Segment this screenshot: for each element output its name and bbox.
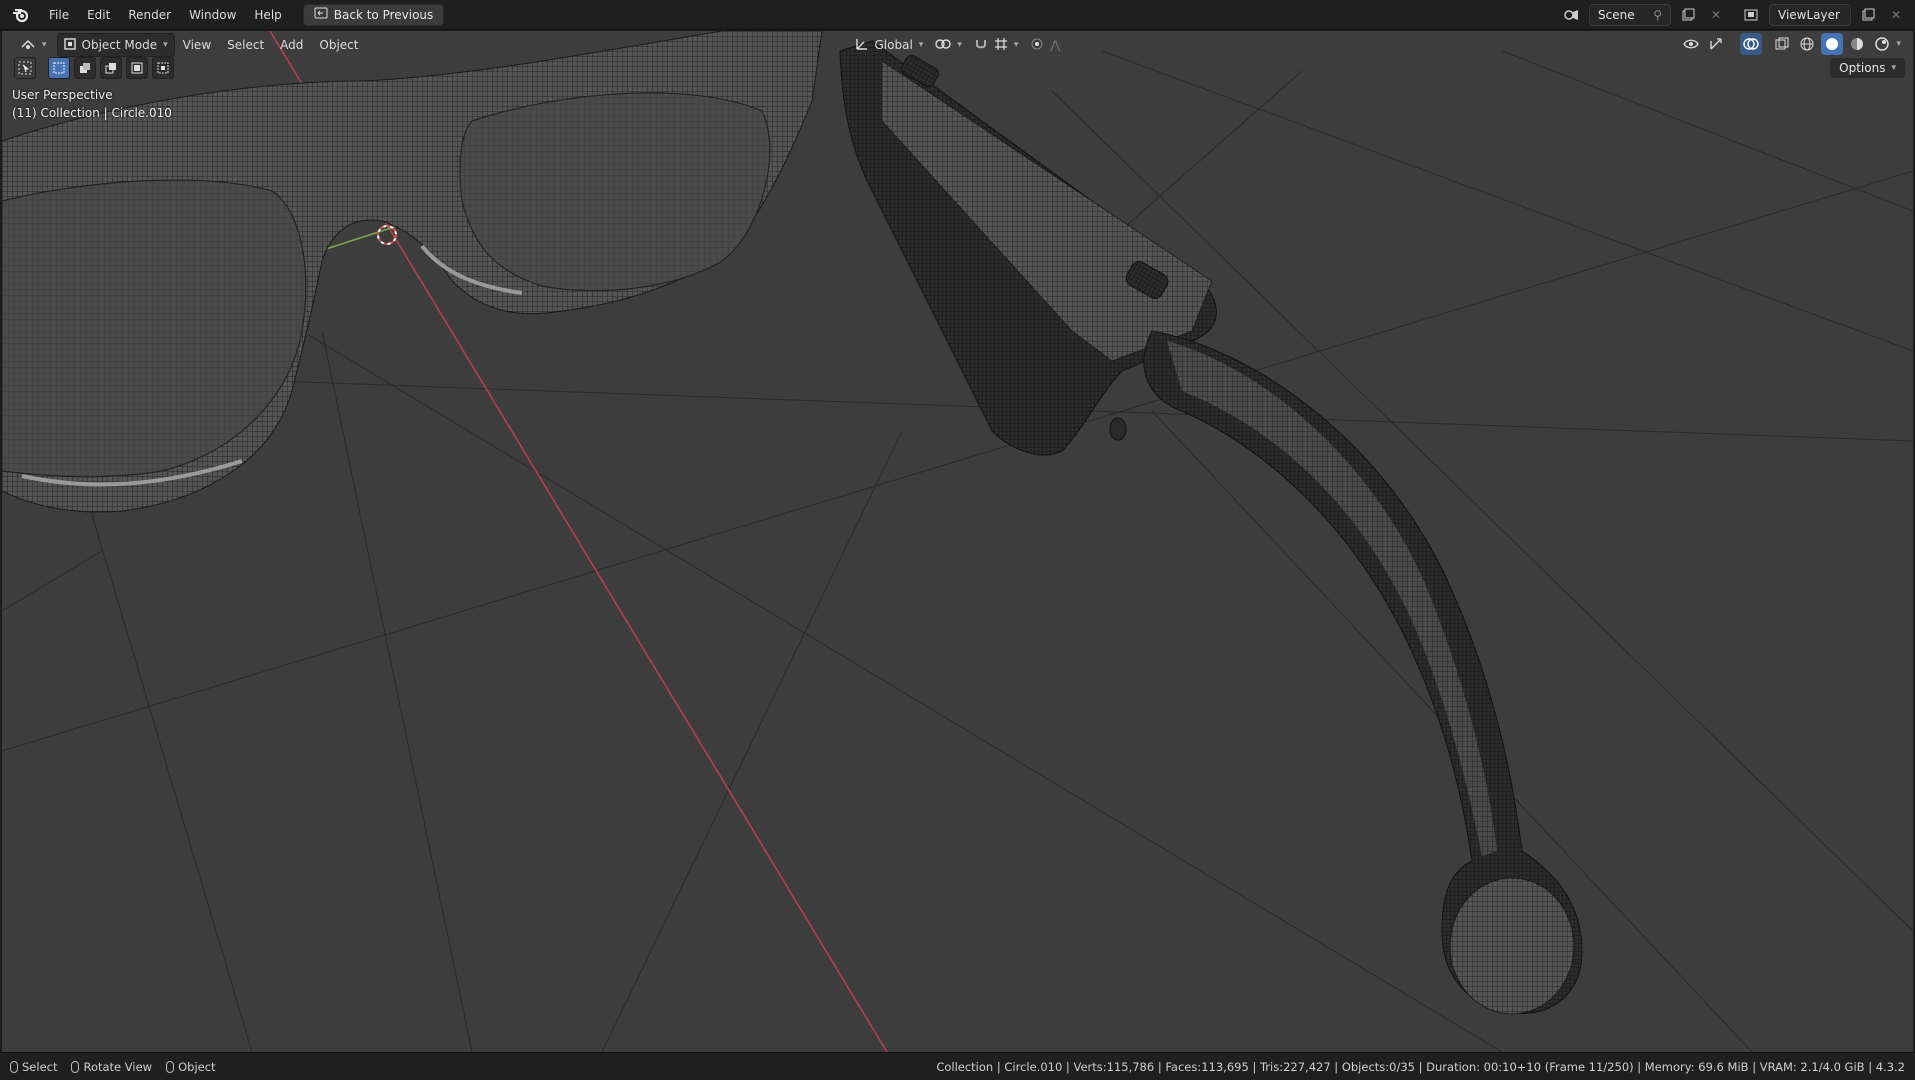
viewport-header: ▾ Object Mode ▾ View Select Add Object G… xyxy=(2,31,1913,59)
editor-type-icon xyxy=(20,37,36,54)
status-hint-rotate-label: Rotate View xyxy=(83,1059,153,1074)
back-to-previous-label: Back to Previous xyxy=(333,7,434,22)
options-dropdown[interactable]: Options ▾ xyxy=(1830,58,1905,78)
chevron-down-icon: ▾ xyxy=(1013,40,1019,50)
status-hint-object: Object xyxy=(166,1059,216,1074)
back-icon xyxy=(314,7,328,22)
viewlayer-selector[interactable]: ViewLayer xyxy=(1769,4,1851,26)
pivot-icon xyxy=(935,38,952,53)
pivot-dropdown[interactable]: ▾ xyxy=(929,34,968,56)
mode-label: Object Mode xyxy=(81,38,158,52)
scene-selector[interactable]: Scene ⚲ xyxy=(1589,4,1671,26)
mode-dropdown[interactable]: Object Mode ▾ xyxy=(56,33,175,57)
new-scene-icon[interactable] xyxy=(1677,4,1699,26)
select-mode-intersect[interactable] xyxy=(152,57,174,79)
shading-wireframe-icon[interactable] xyxy=(1796,33,1818,55)
select-mode-invert[interactable] xyxy=(126,57,148,79)
chevron-down-icon: ▾ xyxy=(163,40,168,50)
gizmo-icon[interactable] xyxy=(1705,33,1727,55)
view-perspective-label: User Perspective xyxy=(12,88,113,102)
viewport-header-right: ▾ xyxy=(1680,33,1901,55)
viewlayer-icon[interactable] xyxy=(1741,4,1763,26)
scene-icon[interactable] xyxy=(1561,4,1583,26)
status-hint-rotate: Rotate View xyxy=(71,1060,152,1074)
menu-add[interactable]: Add xyxy=(272,38,311,52)
menu-object[interactable]: Object xyxy=(311,38,366,52)
menu-help[interactable]: Help xyxy=(245,0,290,30)
menu-view[interactable]: View xyxy=(175,38,219,52)
mouse-icon xyxy=(166,1060,175,1073)
3d-viewport[interactable] xyxy=(2,31,1913,1052)
status-bar: Select Rotate View Object Collection | C… xyxy=(0,1052,1915,1080)
select-mode-subtract[interactable] xyxy=(100,57,122,79)
blender-logo-icon[interactable] xyxy=(10,4,32,26)
select-tool-row xyxy=(14,57,174,79)
scene-statistics: Collection | Circle.010 | Verts:115,786 … xyxy=(936,1059,1905,1074)
shading-material-icon[interactable] xyxy=(1846,33,1868,55)
remove-viewlayer-icon[interactable]: ✕ xyxy=(1885,4,1907,26)
active-collection-label: (11) Collection | Circle.010 xyxy=(12,106,172,120)
viewport-scene xyxy=(2,31,1913,1052)
orientation-icon xyxy=(855,37,869,54)
status-hint-object-label: Object xyxy=(178,1059,216,1074)
viewlayer-label: ViewLayer xyxy=(1778,8,1840,22)
menu-window[interactable]: Window xyxy=(180,0,245,30)
remove-scene-icon[interactable]: ✕ xyxy=(1705,4,1727,26)
menu-select[interactable]: Select xyxy=(219,38,272,52)
status-hint-select: Select xyxy=(10,1060,57,1074)
top-bar: File Edit Render Window Help Back to Pre… xyxy=(0,0,1915,30)
mouse-icon xyxy=(71,1060,80,1073)
topbar-right: Scene ⚲ ✕ ViewLayer ✕ xyxy=(1561,4,1907,26)
snap-icon xyxy=(974,37,988,54)
chevron-down-icon[interactable]: ▾ xyxy=(1896,39,1901,49)
mouse-icon xyxy=(10,1060,18,1073)
object-mode-icon xyxy=(63,37,76,53)
overlay-icon[interactable] xyxy=(1740,33,1763,55)
menu-edit[interactable]: Edit xyxy=(78,0,119,30)
options-label: Options xyxy=(1839,61,1886,75)
falloff-icon: ⋀ xyxy=(1050,38,1061,52)
chevron-down-icon: ▾ xyxy=(42,40,47,50)
snap-target-icon xyxy=(994,37,1008,54)
back-to-previous-button[interactable]: Back to Previous xyxy=(302,3,445,26)
xray-icon[interactable] xyxy=(1771,33,1793,55)
snap-toggle[interactable]: ▾ xyxy=(968,34,1025,56)
orientation-label: Global xyxy=(874,38,913,52)
chevron-down-icon: ▾ xyxy=(918,40,924,50)
shading-rendered-icon[interactable] xyxy=(1871,33,1893,55)
select-mode-extend[interactable] xyxy=(74,57,96,79)
pin-icon[interactable]: ⚲ xyxy=(1653,8,1662,22)
scene-label: Scene xyxy=(1598,8,1635,22)
new-viewlayer-icon[interactable] xyxy=(1857,4,1879,26)
editor-type-dropdown[interactable]: ▾ xyxy=(14,34,53,56)
proportional-toggle[interactable]: ⋀ xyxy=(1024,34,1066,56)
orientation-dropdown[interactable]: Global ▾ xyxy=(849,34,930,56)
chevron-down-icon: ▾ xyxy=(957,40,962,50)
shading-solid-icon[interactable] xyxy=(1821,33,1844,55)
glasses-frame-mesh xyxy=(2,31,823,513)
menu-file[interactable]: File xyxy=(40,0,78,30)
menu-render[interactable]: Render xyxy=(119,0,180,30)
visibility-icon[interactable] xyxy=(1680,33,1702,55)
select-box-tool[interactable] xyxy=(14,57,36,79)
proportional-icon xyxy=(1030,37,1044,54)
chevron-down-icon: ▾ xyxy=(1891,63,1896,73)
select-mode-new[interactable] xyxy=(48,57,70,79)
status-hint-select-label: Select xyxy=(22,1059,58,1074)
